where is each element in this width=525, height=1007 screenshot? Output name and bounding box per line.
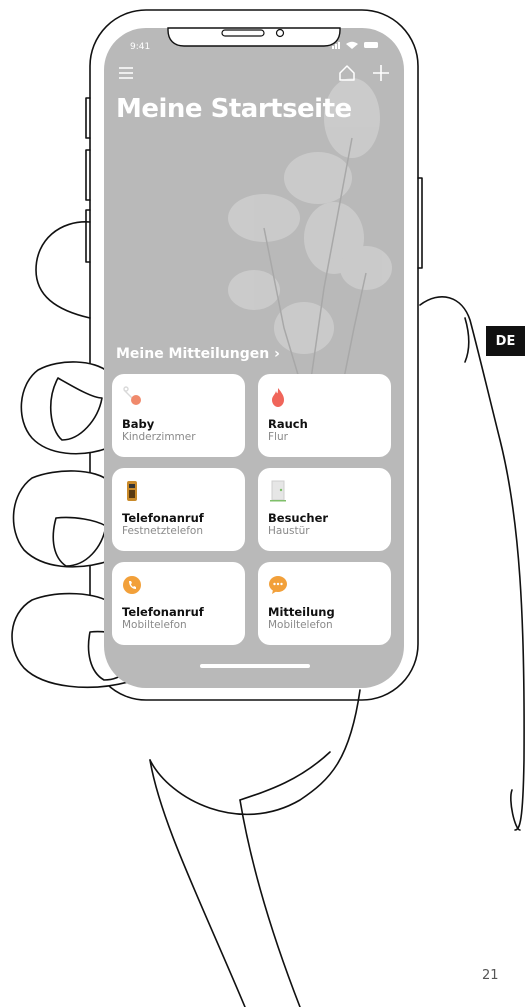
card-smoke[interactable]: Rauch Flur [258, 374, 391, 457]
card-title: Rauch [268, 417, 308, 431]
door-icon [270, 480, 286, 502]
baby-bottle-icon [123, 386, 141, 405]
card-subtitle: Mobiltelefon [122, 619, 187, 631]
message-icon [269, 576, 287, 594]
chevron-right-icon: › [274, 346, 280, 362]
card-baby[interactable]: Baby Kinderzimmer [112, 374, 245, 457]
card-message[interactable]: Mitteilung Mobiltelefon [258, 562, 391, 645]
phone-icon [123, 576, 141, 594]
flame-icon [272, 388, 284, 407]
card-subtitle: Kinderzimmer [122, 431, 196, 443]
landline-phone-icon [127, 481, 137, 501]
card-subtitle: Flur [268, 431, 288, 443]
card-subtitle: Festnetztelefon [122, 525, 203, 537]
card-title: Mitteilung [268, 605, 335, 619]
card-mobile-call[interactable]: Telefonanruf Mobiltelefon [112, 562, 245, 645]
phone-notch [167, 27, 341, 47]
card-visitor[interactable]: Besucher Haustür [258, 468, 391, 551]
notifications-section-link[interactable]: Meine Mitteilungen › [116, 346, 280, 362]
card-title: Baby [122, 417, 155, 431]
card-subtitle: Mobiltelefon [268, 619, 333, 631]
card-title: Besucher [268, 511, 329, 525]
page-title: Meine Startseite [116, 94, 352, 124]
card-landline-call[interactable]: Telefonanruf Festnetztelefon [112, 468, 245, 551]
card-subtitle: Haustür [268, 525, 310, 537]
notifications-link-label: Meine Mitteilungen [116, 346, 270, 362]
phone-screen: 9:41 Meine Startseite Meine Mitteilungen… [104, 28, 404, 688]
language-badge: DE [486, 326, 525, 356]
home-indicator[interactable] [200, 664, 310, 668]
card-title: Telefonanruf [122, 605, 204, 619]
card-title: Telefonanruf [122, 511, 204, 525]
page-number: 21 [482, 968, 499, 983]
